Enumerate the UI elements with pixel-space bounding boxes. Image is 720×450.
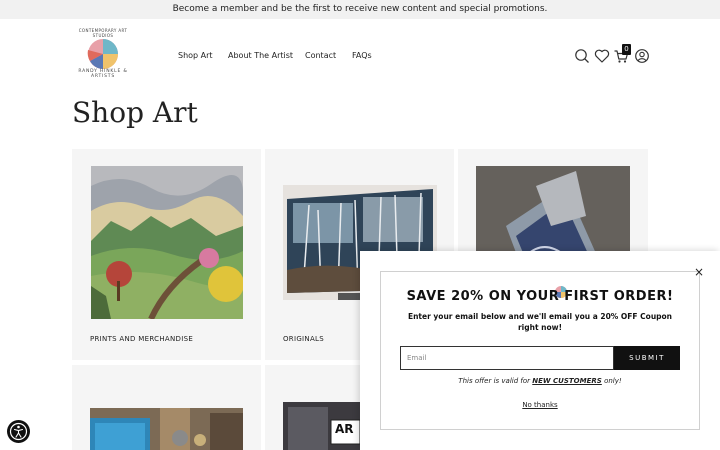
nav-about-artist[interactable]: About The Artist xyxy=(228,51,293,60)
category-card-4[interactable] xyxy=(72,365,261,450)
offer-suffix: only! xyxy=(604,377,622,385)
heart-icon[interactable] xyxy=(594,48,610,64)
nav-shop-art[interactable]: Shop Art xyxy=(178,51,213,60)
popup-close-icon[interactable]: × xyxy=(694,265,704,279)
offer-note: This offer is valid for NEW CUSTOMERS on… xyxy=(380,377,700,385)
category-card-5[interactable]: AR xyxy=(265,365,360,450)
nav-contact[interactable]: Contact xyxy=(305,51,336,60)
account-icon[interactable] xyxy=(634,48,650,64)
email-field[interactable] xyxy=(400,346,614,370)
page-title: Shop Art xyxy=(72,96,198,129)
card-label-prints[interactable]: PRINTS AND MERCHANDISE xyxy=(90,335,193,343)
search-icon[interactable] xyxy=(574,48,590,64)
popup-headline: SAVE 20% ON YOUR FIRST ORDER! xyxy=(406,289,674,304)
cart-count-badge: 0 xyxy=(622,44,631,55)
offer-prefix: This offer is valid for xyxy=(458,377,531,385)
logo-top-text: CONTEMPORARY ART STUDIOS xyxy=(78,28,128,38)
announcement-bar: Become a member and be the first to rece… xyxy=(0,0,720,19)
category-4-image[interactable] xyxy=(90,408,243,450)
accessibility-icon xyxy=(9,422,28,441)
prints-landscape-image[interactable] xyxy=(91,166,243,319)
logo-bottom-text: RANDY HINKLE & ARTISTS xyxy=(78,69,128,79)
offer-emphasis: NEW CUSTOMERS xyxy=(532,377,602,385)
logo-mark xyxy=(87,39,118,69)
card-5-badge: AR xyxy=(335,422,354,436)
popup-subtext: Enter your email below and we'll email y… xyxy=(407,312,673,332)
card-label-originals[interactable]: ORIGINALS xyxy=(283,335,324,343)
nav-faqs[interactable]: FAQs xyxy=(352,51,372,60)
submit-button[interactable]: SUBMIT xyxy=(614,346,680,370)
category-card-prints[interactable]: PRINTS AND MERCHANDISE xyxy=(72,149,261,360)
promo-popup: × SAVE 20% ON YOUR FIRST ORDER! Enter yo… xyxy=(360,251,720,450)
no-thanks-link[interactable]: No thanks xyxy=(380,401,700,409)
accessibility-button[interactable] xyxy=(7,420,30,443)
site-logo[interactable]: CONTEMPORARY ART STUDIOS RANDY HINKLE & … xyxy=(76,28,130,82)
